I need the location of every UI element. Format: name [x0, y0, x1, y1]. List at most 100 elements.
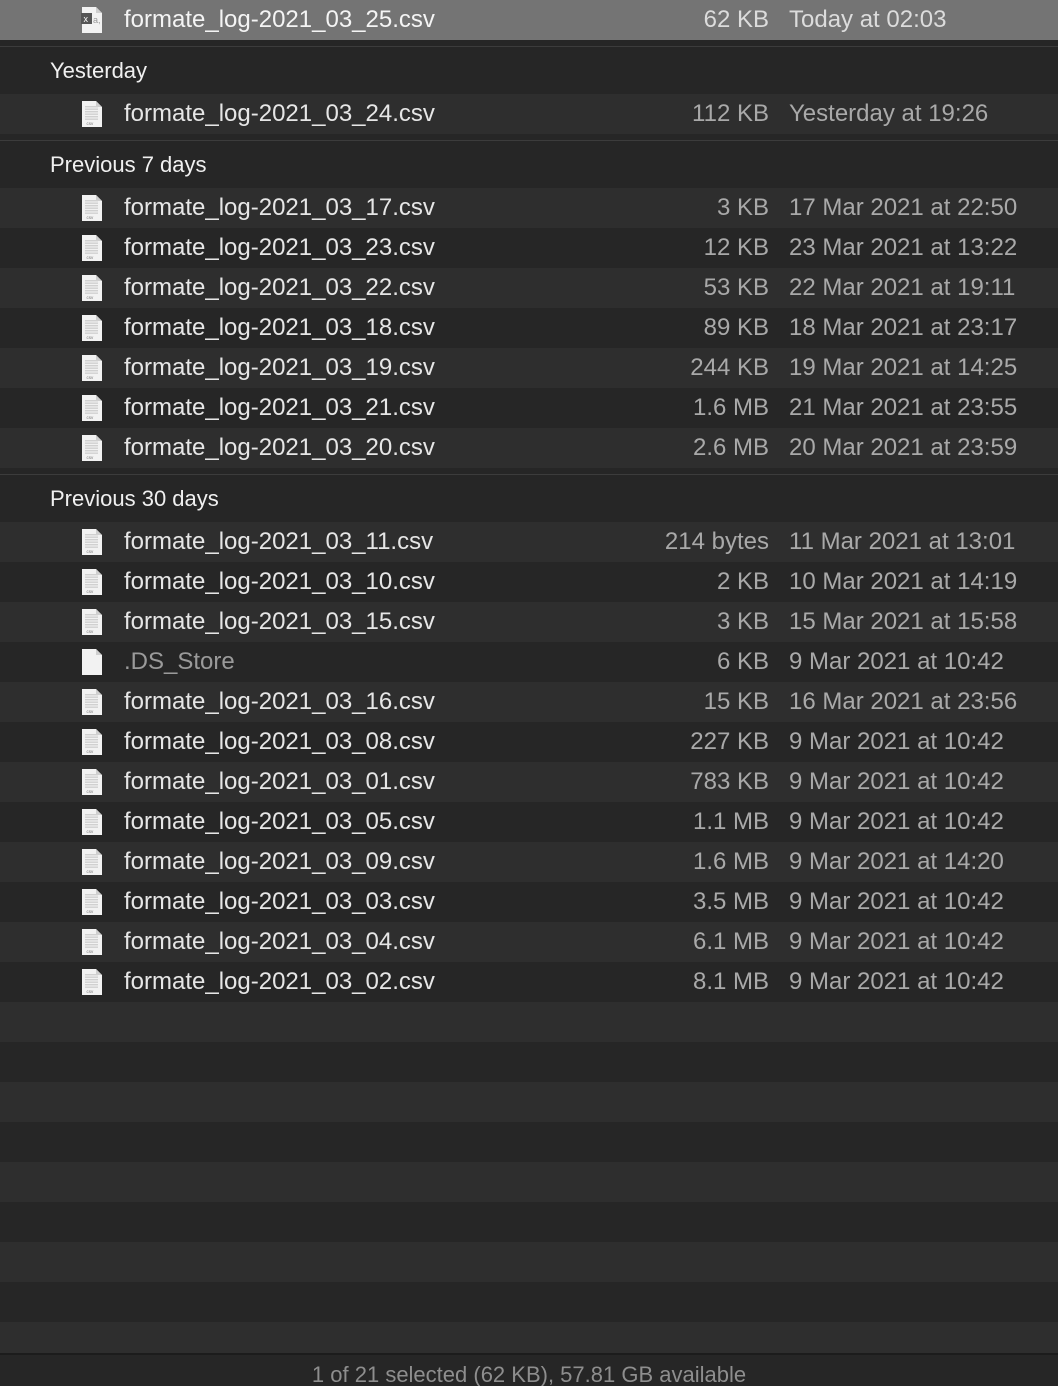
empty-row — [0, 1002, 1058, 1042]
file-row[interactable]: csv formate_log-2021_03_19.csv 244 KB 19 Ma… — [0, 348, 1058, 388]
group-divider — [0, 40, 1058, 47]
svg-text:csv: csv — [87, 121, 95, 126]
group-header: Yesterday — [0, 47, 1058, 94]
file-row[interactable]: csv formate_log-2021_03_04.csv 6.1 MB 9 Mar… — [0, 922, 1058, 962]
svg-text:csv: csv — [87, 909, 95, 914]
svg-text:csv: csv — [87, 869, 95, 874]
file-name: formate_log-2021_03_02.csv — [124, 968, 435, 995]
svg-text:csv: csv — [87, 589, 95, 594]
group-header: Previous 30 days — [0, 475, 1058, 522]
file-name: formate_log-2021_03_03.csv — [124, 888, 435, 915]
file-name: formate_log-2021_03_22.csv — [124, 274, 435, 301]
csv-file-icon: csv — [80, 808, 104, 836]
csv-file-icon: csv — [80, 354, 104, 382]
group-divider — [0, 468, 1058, 475]
file-date: Today at 02:03 — [789, 6, 947, 33]
svg-text:csv: csv — [87, 549, 95, 554]
file-name: .DS_Store — [124, 648, 235, 675]
file-row[interactable]: csv formate_log-2021_03_11.csv 214 bytes 11… — [0, 522, 1058, 562]
file-name: formate_log-2021_03_24.csv — [124, 100, 435, 127]
csv-file-icon: csv — [80, 568, 104, 596]
file-name: formate_log-2021_03_20.csv — [124, 434, 435, 461]
file-date: 11 Mar 2021 at 13:01 — [789, 528, 1016, 555]
svg-text:csv: csv — [87, 949, 95, 954]
status-text: 1 of 21 selected (62 KB), 57.81 GB avail… — [311, 1362, 747, 1386]
file-date: 9 Mar 2021 at 14:20 — [789, 848, 1004, 875]
file-name: formate_log-2021_03_23.csv — [124, 234, 435, 261]
svg-text:x: x — [84, 14, 89, 24]
file-row[interactable]: x a, formate_log-2021_03_25.csv 62 KB Today … — [0, 0, 1058, 40]
svg-text:csv: csv — [87, 375, 95, 380]
empty-row — [0, 1202, 1058, 1242]
file-size: 1.6 MB — [692, 848, 769, 875]
svg-text:a,: a, — [93, 15, 101, 25]
csv-file-icon: csv — [80, 528, 104, 556]
file-name: formate_log-2021_03_09.csv — [124, 848, 435, 875]
file-date: 9 Mar 2021 at 10:42 — [789, 808, 1004, 835]
empty-row — [0, 1242, 1058, 1282]
svg-text:csv: csv — [87, 749, 95, 754]
file-size: 3 KB — [716, 608, 769, 635]
file-row[interactable]: csv formate_log-2021_03_03.csv 3.5 MB 9 Mar… — [0, 882, 1058, 922]
file-date: 15 Mar 2021 at 15:58 — [789, 608, 1018, 635]
file-name: formate_log-2021_03_19.csv — [124, 354, 435, 381]
file-row[interactable]: csv formate_log-2021_03_09.csv 1.6 MB 9 Mar… — [0, 842, 1058, 882]
file-row[interactable]: csv formate_log-2021_03_08.csv 227 KB 9 Mar… — [0, 722, 1058, 762]
file-name: formate_log-2021_03_10.csv — [124, 568, 435, 595]
file-date: 17 Mar 2021 at 22:50 — [789, 194, 1018, 221]
csv-file-icon: csv — [80, 194, 104, 222]
file-row[interactable]: csv formate_log-2021_03_22.csv 53 KB 22 Mar… — [0, 268, 1058, 308]
file-date: 9 Mar 2021 at 10:42 — [789, 768, 1004, 795]
file-row[interactable]: csv formate_log-2021_03_23.csv 12 KB 23 Mar… — [0, 228, 1058, 268]
file-row[interactable]: csv formate_log-2021_03_16.csv 15 KB 16 Mar… — [0, 682, 1058, 722]
file-row[interactable]: csv formate_log-2021_03_01.csv 783 KB 9 Mar… — [0, 762, 1058, 802]
file-size: 2.6 MB — [692, 434, 769, 461]
csv-file-icon: csv — [80, 848, 104, 876]
file-size: 6.1 MB — [692, 928, 769, 955]
csv-file-icon: csv — [80, 234, 104, 262]
file-date: 9 Mar 2021 at 10:42 — [789, 728, 1004, 755]
file-size: 6 KB — [716, 648, 769, 675]
file-row[interactable]: csv formate_log-2021_03_05.csv 1.1 MB 9 Mar… — [0, 802, 1058, 842]
file-size: 214 bytes — [664, 528, 769, 555]
file-row[interactable]: csv formate_log-2021_03_18.csv 89 KB 18 Mar… — [0, 308, 1058, 348]
file-size: 1.1 MB — [692, 808, 769, 835]
file-row[interactable]: .DS_Store 6 KB 9 Mar 2021 at 10:42 — [0, 642, 1058, 682]
file-row[interactable]: csv formate_log-2021_03_15.csv 3 KB 15 Mar … — [0, 602, 1058, 642]
file-name: formate_log-2021_03_08.csv — [124, 728, 435, 755]
file-name: formate_log-2021_03_16.csv — [124, 688, 435, 715]
file-name: formate_log-2021_03_17.csv — [124, 194, 435, 221]
file-name: formate_log-2021_03_01.csv — [124, 768, 435, 795]
file-row[interactable]: csv formate_log-2021_03_17.csv 3 KB 17 Mar … — [0, 188, 1058, 228]
status-bar: 1 of 21 selected (62 KB), 57.81 GB avail… — [0, 1353, 1058, 1386]
file-date: 9 Mar 2021 at 10:42 — [789, 928, 1004, 955]
file-date: 9 Mar 2021 at 10:42 — [789, 648, 1004, 675]
file-date: 18 Mar 2021 at 23:17 — [789, 314, 1018, 341]
file-row[interactable]: csv formate_log-2021_03_02.csv 8.1 MB 9 Mar… — [0, 962, 1058, 1002]
file-row[interactable]: csv formate_log-2021_03_20.csv 2.6 MB 20 Ma… — [0, 428, 1058, 468]
excel-csv-icon: x a, — [80, 6, 104, 34]
empty-row — [0, 1162, 1058, 1202]
file-name: formate_log-2021_03_18.csv — [124, 314, 435, 341]
group-header: Previous 7 days — [0, 141, 1058, 188]
csv-file-icon: csv — [80, 728, 104, 756]
svg-text:csv: csv — [87, 629, 95, 634]
file-row[interactable]: csv formate_log-2021_03_10.csv 2 KB 10 Mar … — [0, 562, 1058, 602]
csv-file-icon: csv — [80, 888, 104, 916]
file-size: 783 KB — [690, 768, 769, 795]
file-row[interactable]: csv formate_log-2021_03_21.csv 1.6 MB 21 Ma… — [0, 388, 1058, 428]
svg-text:csv: csv — [87, 709, 95, 714]
group-divider — [0, 134, 1058, 141]
file-row[interactable]: csv formate_log-2021_03_24.csv 112 KB Yeste… — [0, 94, 1058, 134]
file-size: 3 KB — [716, 194, 769, 221]
file-list[interactable]: x a, formate_log-2021_03_25.csv 62 KB Today … — [0, 0, 1058, 1362]
file-size: 2 KB — [716, 568, 769, 595]
file-size: 1.6 MB — [692, 394, 769, 421]
file-name: formate_log-2021_03_25.csv — [124, 6, 435, 33]
file-size: 112 KB — [692, 100, 769, 127]
file-name: formate_log-2021_03_05.csv — [124, 808, 435, 835]
file-date: 16 Mar 2021 at 23:56 — [789, 688, 1018, 715]
file-name: formate_log-2021_03_11.csv — [124, 528, 434, 555]
file-date: 20 Mar 2021 at 23:59 — [789, 434, 1018, 461]
empty-row — [0, 1042, 1058, 1082]
